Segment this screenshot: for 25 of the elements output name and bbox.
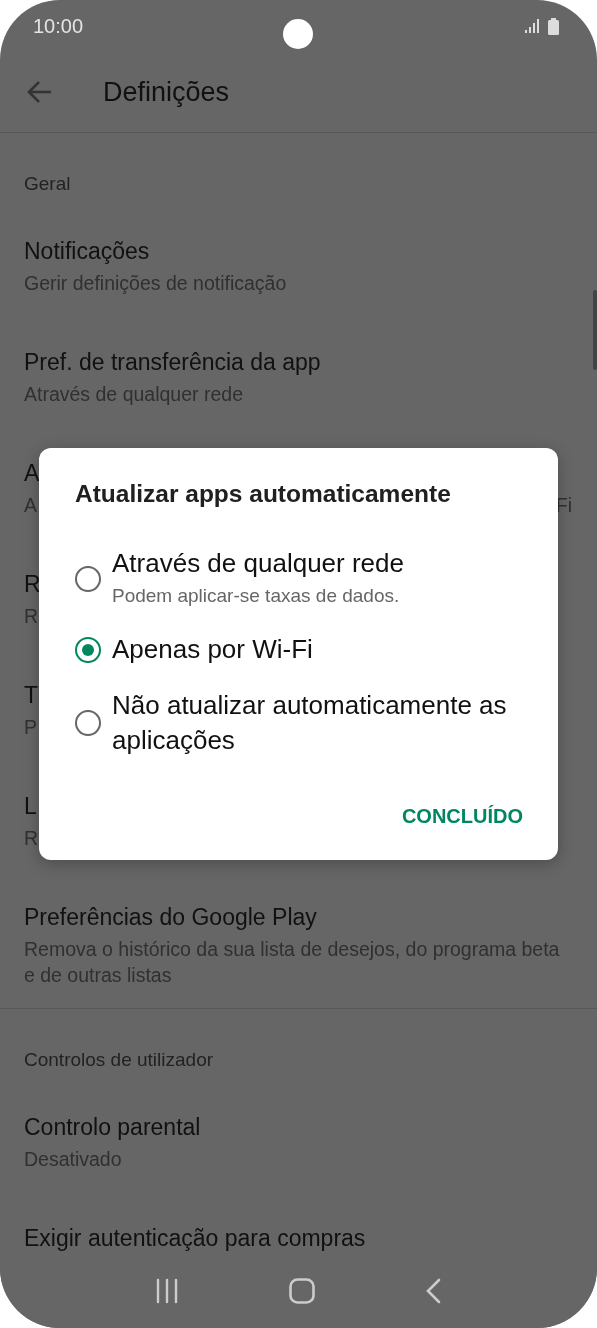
setting-title[interactable]: Pref. de transferência da app bbox=[24, 347, 572, 377]
option-label[interactable]: Não atualizar automaticamente as aplicações bbox=[112, 688, 531, 758]
radio-button[interactable] bbox=[75, 636, 101, 663]
section-header: Controlos de utilizador bbox=[23, 1048, 215, 1072]
setting-title[interactable]: Exigir autenticação para compras bbox=[24, 1223, 572, 1253]
status-time: 10:00 bbox=[33, 14, 84, 38]
front-camera bbox=[283, 19, 313, 49]
setting-title[interactable]: Controlo parental bbox=[24, 1112, 572, 1142]
option-label[interactable]: Através de qualquer rede bbox=[112, 546, 404, 581]
option-label[interactable]: Apenas por Wi-Fi bbox=[112, 632, 313, 667]
done-button[interactable]: CONCLUÍDO bbox=[393, 796, 531, 836]
back-arrow-icon[interactable] bbox=[27, 80, 53, 104]
radio-button[interactable] bbox=[75, 710, 101, 736]
recents-icon[interactable] bbox=[155, 1278, 178, 1304]
signal-icon bbox=[525, 19, 539, 33]
home-icon[interactable] bbox=[289, 1278, 315, 1304]
setting-title[interactable]: Notificações bbox=[24, 236, 572, 266]
section-header: Geral bbox=[23, 172, 72, 196]
battery-icon bbox=[548, 17, 559, 35]
screen-title: Definições bbox=[103, 77, 230, 107]
setting-title[interactable]: Preferências do Google Play bbox=[24, 902, 572, 932]
dialog-title: Atualizar apps automaticamente bbox=[75, 479, 452, 509]
back-icon[interactable] bbox=[426, 1278, 442, 1304]
radio-button[interactable] bbox=[75, 565, 101, 592]
option-hint: Podem aplicar-se taxas de dados. bbox=[112, 584, 401, 608]
